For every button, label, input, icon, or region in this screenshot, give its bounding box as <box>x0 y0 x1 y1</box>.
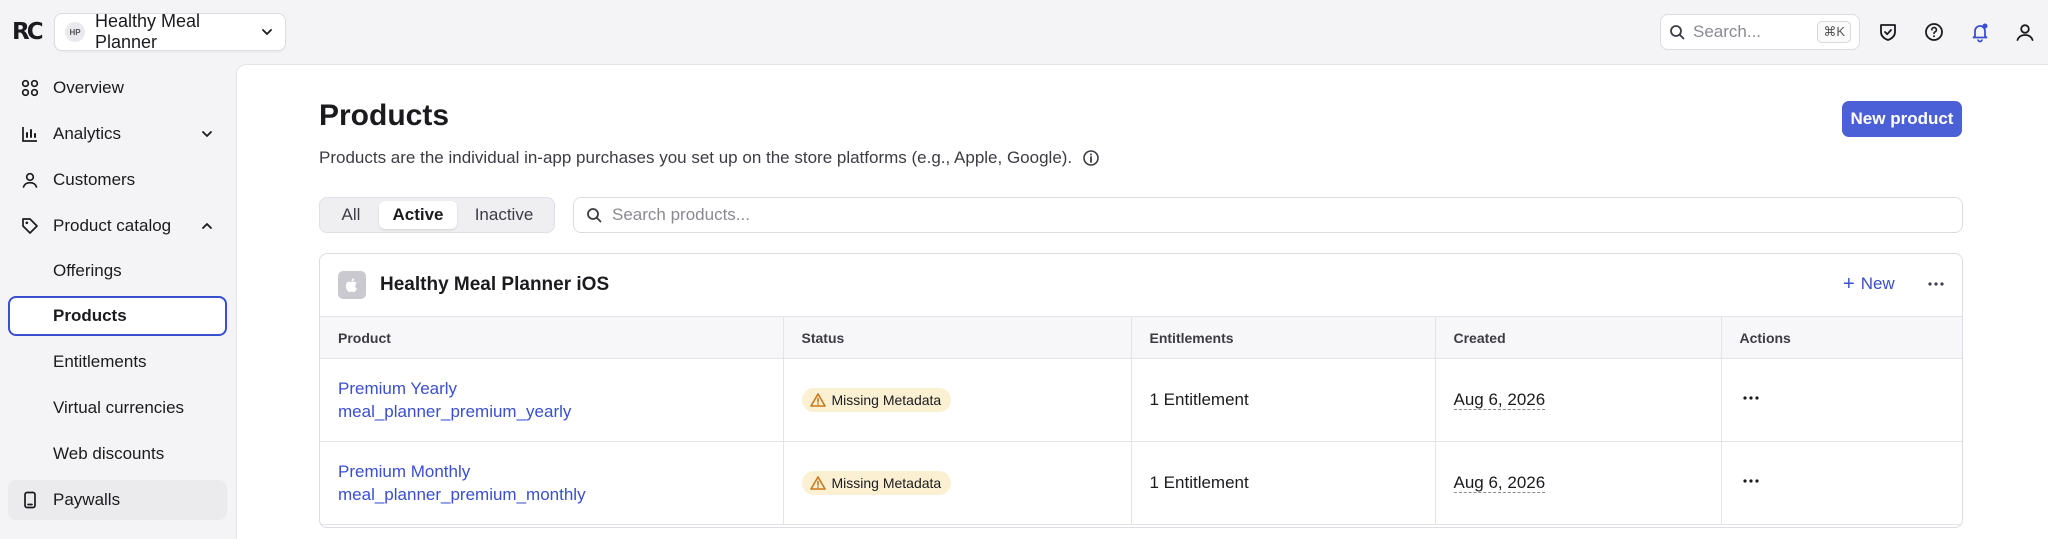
sidebar-item-virtual-currencies[interactable]: Virtual currencies <box>8 388 227 428</box>
product-identifier-link[interactable]: meal_planner_premium_yearly <box>338 400 783 423</box>
logo[interactable]: RC <box>12 18 44 46</box>
sidebar-item-offerings[interactable]: Offerings <box>8 251 227 291</box>
card-title: Healthy Meal Planner iOS <box>380 274 610 295</box>
bar-chart-icon <box>22 127 37 142</box>
search-placeholder: Search... <box>1693 22 1762 41</box>
page-description-text: Products are the individual in-app purch… <box>319 148 1073 167</box>
table-header-row: Product Status Entitlements Created Acti… <box>320 316 1962 359</box>
chevron-up-icon <box>202 223 212 229</box>
new-product-button[interactable]: New product <box>1842 101 1962 137</box>
apple-icon <box>338 271 366 299</box>
table-row[interactable]: Premium Monthly meal_planner_premium_mon… <box>320 441 1962 525</box>
table-row[interactable]: Premium Yearly meal_planner_premium_year… <box>320 358 1962 442</box>
sidebar-item-label: Analytics <box>53 124 122 143</box>
page-title: Products <box>319 99 450 132</box>
filter-all[interactable]: All <box>323 201 379 229</box>
warning-icon <box>809 475 826 490</box>
search-icon <box>587 208 602 223</box>
status-filter: All Active Inactive <box>319 197 555 233</box>
add-product-label: New <box>1860 274 1895 293</box>
column-header-actions: Actions <box>1720 316 1962 359</box>
created-date: Aug 6, 2026 <box>1453 390 1546 410</box>
user-icon <box>22 172 38 188</box>
project-avatar: HP <box>65 22 85 42</box>
global-search[interactable]: Search... ⌘K <box>1660 14 1860 50</box>
sidebar-item-products[interactable]: Products <box>8 296 227 336</box>
help-icon[interactable] <box>1923 21 1945 43</box>
sidebar-item-analytics[interactable]: Analytics <box>8 114 227 154</box>
warning-icon <box>809 392 826 407</box>
filter-inactive[interactable]: Inactive <box>457 201 551 229</box>
product-identifier-link[interactable]: meal_planner_premium_monthly <box>338 483 783 506</box>
account-icon[interactable] <box>2014 21 2036 43</box>
sidebar: Overview Analytics Customers Product cat… <box>0 64 236 539</box>
status-badge-label: Missing Metadata <box>831 391 942 408</box>
status-badge-label: Missing Metadata <box>831 474 942 491</box>
column-header-entitlements[interactable]: Entitlements <box>1130 316 1435 359</box>
sidebar-item-label: Overview <box>53 78 124 97</box>
sidebar-item-paywalls[interactable]: Paywalls <box>8 480 227 520</box>
entitlements-count: 1 Entitlement <box>1130 358 1435 442</box>
sidebar-item-label: Customers <box>53 170 136 189</box>
plus-icon: + <box>1843 272 1855 295</box>
status-badge: Missing Metadata <box>801 470 952 495</box>
row-actions-icon[interactable] <box>1740 470 1762 492</box>
add-product-button[interactable]: + New <box>1843 274 1895 294</box>
sidebar-item-overview[interactable]: Overview <box>8 68 227 108</box>
phone-icon <box>24 491 36 509</box>
shield-check-icon[interactable] <box>1877 21 1899 43</box>
column-header-created[interactable]: Created <box>1434 316 1721 359</box>
info-icon[interactable] <box>1082 149 1100 167</box>
card-header: Healthy Meal Planner iOS <box>320 254 1962 316</box>
products-table: Product Status Entitlements Created Acti… <box>320 316 1962 525</box>
status-badge: Missing Metadata <box>801 387 952 412</box>
more-options-icon[interactable] <box>1924 272 1948 296</box>
column-header-product[interactable]: Product <box>320 316 783 359</box>
filter-active[interactable]: Active <box>379 201 457 229</box>
search-icon <box>1670 25 1685 40</box>
row-actions-icon[interactable] <box>1740 387 1762 409</box>
grid-icon <box>21 79 39 97</box>
search-products-input[interactable]: Search products... <box>573 197 1963 233</box>
sidebar-item-web-discounts[interactable]: Web discounts <box>8 434 227 474</box>
project-name: Healthy Meal Planner <box>95 11 201 52</box>
bell-icon[interactable] <box>1969 21 1991 43</box>
sidebar-item-customers[interactable]: Customers <box>8 160 227 200</box>
sidebar-item-label: Paywalls <box>53 490 121 509</box>
chevron-down-icon <box>262 29 272 35</box>
main-panel: Products Products are the individual in-… <box>236 64 2048 539</box>
project-switcher[interactable]: HP Healthy Meal Planner <box>54 11 286 52</box>
search-shortcut: ⌘K <box>1817 21 1851 43</box>
sidebar-item-label: Product catalog <box>53 216 172 235</box>
entitlements-count: 1 Entitlement <box>1130 441 1435 525</box>
app-products-card: Healthy Meal Planner iOS + New Product S… <box>319 253 1963 528</box>
top-bar: RC HP Healthy Meal Planner Search... ⌘K <box>0 0 2048 64</box>
page-description: Products are the individual in-app purch… <box>319 148 1100 168</box>
tag-icon <box>22 218 38 234</box>
sidebar-item-product-catalog[interactable]: Product catalog <box>8 206 227 246</box>
chevron-down-icon <box>202 131 212 137</box>
product-name-link[interactable]: Premium Yearly <box>338 377 783 400</box>
sidebar-item-entitlements[interactable]: Entitlements <box>8 342 227 382</box>
search-products-placeholder: Search products... <box>612 205 750 224</box>
product-name-link[interactable]: Premium Monthly <box>338 460 783 483</box>
column-header-status[interactable]: Status <box>782 316 1131 359</box>
created-date: Aug 6, 2026 <box>1453 473 1546 493</box>
